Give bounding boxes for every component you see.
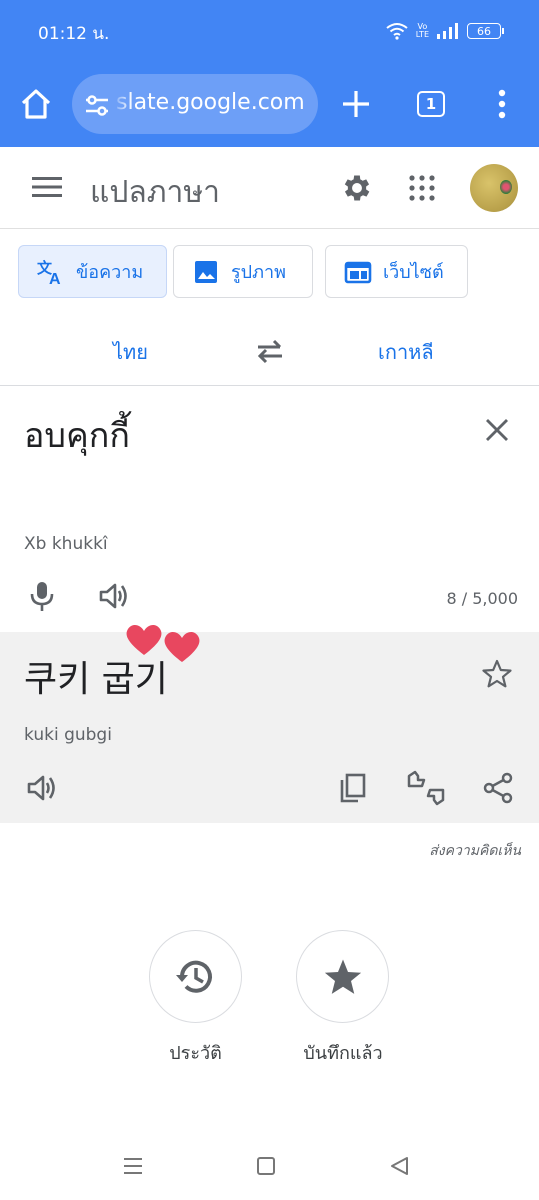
close-icon[interactable] (483, 416, 511, 444)
status-time: 01:12 น. (38, 24, 110, 44)
star-filled-icon (324, 959, 361, 994)
url-text: slate.google.com (116, 90, 305, 115)
saved-button[interactable] (296, 930, 389, 1023)
source-text-input[interactable]: อบคุกกี้ (24, 408, 130, 462)
menu-icon[interactable] (32, 175, 62, 199)
apps-grid-icon[interactable] (409, 175, 435, 201)
app-header: แปลภาษา (0, 147, 539, 229)
source-transliteration: Xb khukkî (24, 534, 108, 554)
volte-badge: Vo LTE (415, 22, 429, 39)
copy-icon[interactable] (338, 772, 368, 804)
translate-icon: 文 A (37, 259, 61, 287)
gear-icon[interactable] (340, 171, 374, 205)
mode-text-button[interactable]: 文 A ข้อความ (18, 245, 167, 298)
browser-chrome: 01:12 น. Vo LTE 66 slate.google.com 1 (0, 0, 539, 147)
tab-switcher-button[interactable]: 1 (417, 91, 445, 117)
character-counter: 8 / 5,000 (446, 589, 518, 608)
history-label: ประวัติ (169, 1043, 222, 1064)
mode-website-button[interactable]: เว็บไซต์ (325, 245, 468, 298)
address-bar[interactable]: slate.google.com (72, 74, 318, 134)
mode-website-label: เว็บไซต์ (383, 262, 444, 283)
star-outline-icon[interactable] (481, 658, 513, 690)
speaker-icon[interactable] (98, 580, 130, 612)
svg-text:A: A (49, 271, 61, 287)
back-icon[interactable] (388, 1155, 410, 1177)
image-icon (195, 260, 217, 283)
mode-image-label: รูปภาพ (231, 262, 286, 283)
recent-apps-icon[interactable] (122, 1156, 144, 1176)
translated-text: 쿠키 굽기 (24, 659, 168, 700)
avatar[interactable] (470, 164, 518, 212)
translation-result: 쿠키 굽기 kuki gubgi (0, 632, 539, 823)
heart-sticker-icon (126, 625, 162, 655)
mode-image-button[interactable]: รูปภาพ (173, 245, 313, 298)
result-transliteration: kuki gubgi (24, 725, 112, 745)
site-settings-icon[interactable] (84, 92, 110, 118)
source-language-button[interactable]: ไทย (113, 336, 148, 368)
mic-icon[interactable] (28, 580, 56, 612)
mode-text-label: ข้อความ (76, 262, 144, 283)
history-icon (175, 960, 212, 993)
heart-sticker-icon (164, 632, 200, 662)
speaker-icon[interactable] (26, 772, 58, 804)
target-language-button[interactable]: เกาหลี (378, 336, 434, 368)
home-icon[interactable] (18, 86, 54, 122)
share-icon[interactable] (482, 772, 514, 804)
language-selector: ไทย เกาหลี (0, 318, 539, 386)
send-feedback-link[interactable]: ส่งความคิดเห็น (429, 840, 521, 862)
swap-languages-icon[interactable] (254, 335, 286, 367)
home-nav-icon[interactable] (257, 1157, 275, 1175)
page-title: แปลภาษา (90, 175, 221, 210)
battery-level: 66 (477, 24, 491, 38)
rate-translation-icon[interactable] (406, 770, 446, 806)
web-icon (344, 261, 372, 283)
status-bar: 01:12 น. Vo LTE 66 (38, 20, 504, 44)
wifi-icon (386, 23, 408, 40)
tab-count: 1 (425, 95, 437, 113)
history-button[interactable] (149, 930, 242, 1023)
saved-label: บันทึกแล้ว (303, 1043, 383, 1064)
signal-icon (437, 23, 458, 39)
status-icons: Vo LTE 66 (386, 22, 504, 40)
more-vert-icon[interactable] (492, 86, 512, 122)
battery-icon: 66 (467, 23, 504, 39)
new-tab-icon[interactable] (340, 88, 372, 120)
